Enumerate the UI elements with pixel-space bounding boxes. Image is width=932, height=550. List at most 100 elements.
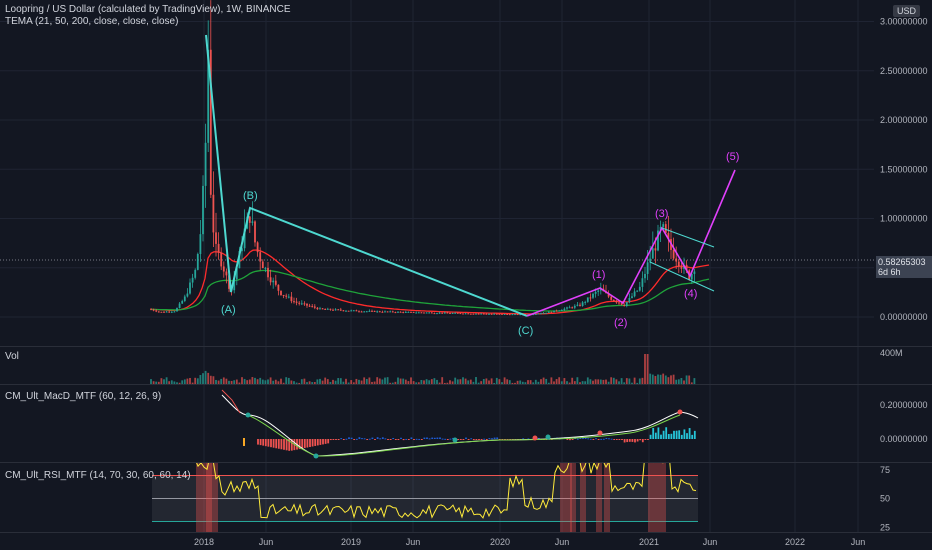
candle-body xyxy=(488,313,490,315)
candle-body xyxy=(545,312,548,314)
candle-body xyxy=(402,311,405,313)
price-pane[interactable]: (A) (B) (C) (1) (2) (3) (4) (5) 3.00000000 2.500… xyxy=(0,0,932,346)
volume-legend[interactable]: Vol xyxy=(5,351,19,363)
candle-body xyxy=(646,262,649,274)
macd-histogram-bar xyxy=(267,439,270,447)
candle-body xyxy=(264,267,267,269)
volume-label: Vol xyxy=(5,351,19,362)
candle-body xyxy=(534,313,537,315)
rsi-pane[interactable]: 75 50 25 CM_Ult_RSI_MTF (14, 70, 30, 60, 6… xyxy=(0,463,932,533)
price-axis-label: 1.50000000 xyxy=(880,164,928,174)
rsi-overbought-highlight xyxy=(206,463,212,533)
candle-body xyxy=(384,311,386,313)
macd-histogram-bar xyxy=(264,439,267,447)
symbol-title[interactable]: Loopring / US Dollar (calculated by Trad… xyxy=(5,4,291,16)
volume-bar xyxy=(649,373,652,384)
pane-separator[interactable] xyxy=(0,346,932,347)
volume-bar xyxy=(662,373,665,384)
macd-histogram-bar xyxy=(470,438,473,440)
volume-chart[interactable]: 400M xyxy=(0,347,932,384)
macd-histogram-bar xyxy=(410,437,413,439)
macd-histogram-bar xyxy=(613,439,616,440)
pane-separator[interactable] xyxy=(0,532,932,533)
macd-histogram-bar xyxy=(615,439,618,440)
macd-histogram-bar xyxy=(257,439,259,445)
volume-bar xyxy=(586,377,589,384)
macd-histogram-bar xyxy=(350,437,353,439)
candle-body xyxy=(165,311,168,313)
macd-histogram-bar xyxy=(400,437,402,439)
rsi-legend[interactable]: CM_Ult_RSI_MTF (14, 70, 30, 60, 60, 14) xyxy=(5,470,191,482)
candle-body xyxy=(222,266,225,272)
macd-histogram-bar xyxy=(488,438,491,440)
candle-body xyxy=(680,266,683,269)
candle-body xyxy=(326,308,329,310)
candle-body xyxy=(183,296,186,302)
currency-button[interactable]: USD xyxy=(893,5,921,17)
macd-histogram-bar xyxy=(605,437,608,439)
macd-histogram-bar xyxy=(683,429,686,439)
rsi-overbought-highlight xyxy=(580,463,586,533)
price-chart[interactable]: (A) (B) (C) (1) (2) (3) (4) (5) 3.00000000 2.500… xyxy=(0,0,932,346)
macd-pane[interactable]: 0.20000000 0.00000000 CM_Ult_MacD_MTF (60… xyxy=(0,385,932,462)
macd-histogram-bar xyxy=(415,438,418,440)
macd-histogram-bar xyxy=(665,427,668,439)
candle-body xyxy=(303,303,306,305)
candle-body xyxy=(277,284,280,291)
candle-body xyxy=(482,313,485,315)
volume-bar xyxy=(386,377,389,384)
volume-bar xyxy=(659,374,662,384)
macd-histogram-bar xyxy=(444,438,447,440)
macd-histogram-bar xyxy=(597,439,600,440)
candle-body xyxy=(217,243,220,253)
pane-separator[interactable] xyxy=(0,384,932,385)
pane-separator[interactable] xyxy=(0,462,932,463)
candle-body xyxy=(581,302,584,306)
candle-body xyxy=(342,310,345,312)
macd-histogram-bar xyxy=(472,439,475,440)
candle-body xyxy=(555,310,558,312)
macd-histogram-bar xyxy=(634,439,636,443)
macd-histogram-bar xyxy=(610,438,613,440)
macd-histogram-bar xyxy=(644,439,647,440)
candle-body xyxy=(280,290,282,296)
macd-histogram-bar xyxy=(441,438,444,440)
macd-histogram-bar xyxy=(641,439,644,443)
macd-histogram-bar xyxy=(491,438,493,440)
candle-body xyxy=(329,308,332,310)
candle-body xyxy=(155,310,158,312)
macd-histogram-bar xyxy=(342,439,345,440)
candle-body xyxy=(274,280,277,285)
volume-bar xyxy=(363,377,366,384)
wave-label-1: (1) xyxy=(592,269,605,281)
macd-histogram-bar xyxy=(303,439,306,449)
wave-label-2: (2) xyxy=(614,317,627,329)
macd-histogram-bar xyxy=(636,439,639,442)
macd-histogram-bar xyxy=(397,439,400,440)
macd-histogram-bar xyxy=(639,439,642,441)
candle-body xyxy=(586,297,589,302)
macd-histogram-bar xyxy=(678,430,681,439)
volume-bar xyxy=(241,377,243,384)
volume-bar xyxy=(610,377,613,384)
volume-bar xyxy=(657,374,659,384)
macd-histogram-bar xyxy=(691,434,694,439)
macd-histogram-bar xyxy=(275,439,278,449)
price-axis-label: 3.00000000 xyxy=(880,17,928,27)
macd-histogram-bar xyxy=(465,437,467,439)
macd-legend[interactable]: CM_Ult_MacD_MTF (60, 12, 26, 9) xyxy=(5,391,161,403)
time-axis[interactable]: 2018 Jun 2019 Jun 2020 Jun 2021 Jun 2022 Jun xyxy=(0,533,932,550)
volume-bar xyxy=(654,375,657,384)
macd-histogram-bar xyxy=(459,439,462,440)
macd-histogram-bar xyxy=(426,437,428,439)
candle-body xyxy=(189,282,191,294)
candle-body xyxy=(537,313,540,315)
candle-body xyxy=(269,277,272,283)
macd-histogram-bar xyxy=(667,433,670,439)
candle-body xyxy=(573,305,576,308)
macd-histogram-bar xyxy=(522,438,525,440)
candle-body xyxy=(152,309,155,311)
candle-body xyxy=(272,280,275,283)
volume-pane[interactable]: 400M Vol xyxy=(0,347,932,384)
tema-indicator-label[interactable]: TEMA (21, 50, 200, close, close, close) xyxy=(5,16,291,28)
